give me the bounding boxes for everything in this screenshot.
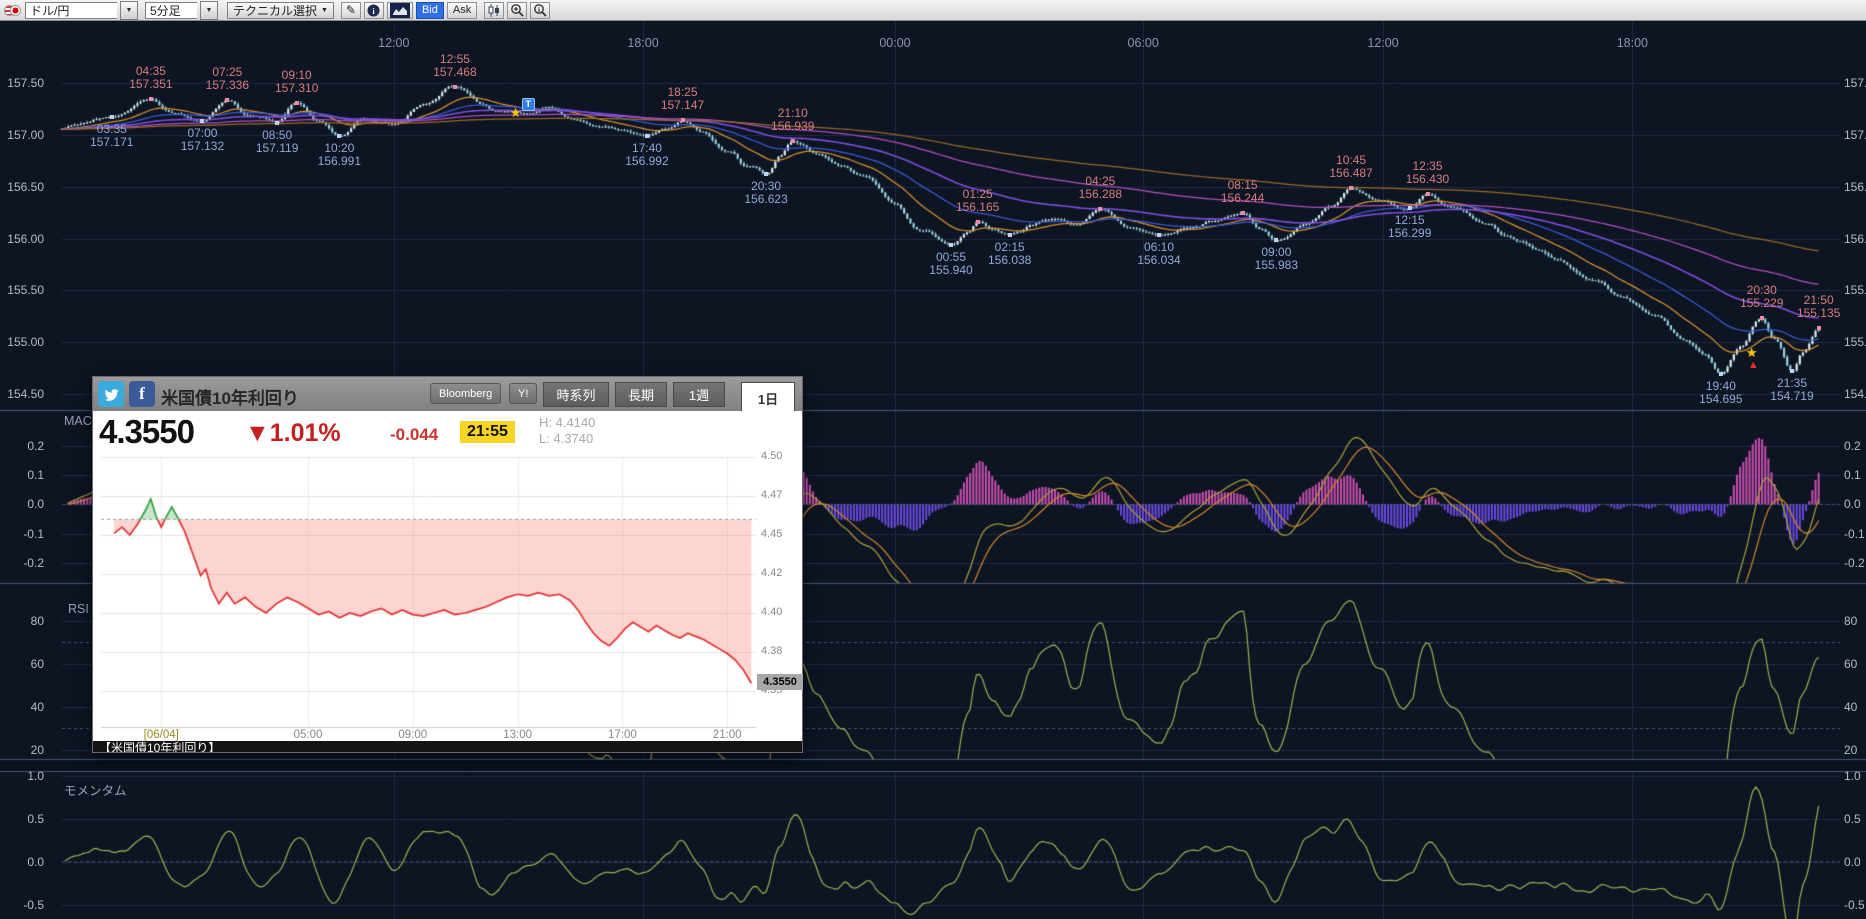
popup-title: 米国債10年利回り <box>161 384 299 409</box>
technical-selector[interactable]: テクニカル選択 ▼ <box>227 2 334 19</box>
pair-selector-dropdown-button[interactable]: ▼ <box>120 1 138 20</box>
main-toolbar: ドル/円 ▼ 5分足 ▼ テクニカル選択 ▼ ✎ i Bid Ask <box>0 0 1866 21</box>
area-chart-icon <box>390 3 410 18</box>
momentum-panel-label: モメンタム <box>64 780 127 799</box>
popup-x-axis-label: 05:00 <box>283 729 333 741</box>
tab-one-day[interactable]: 1日 <box>741 382 795 414</box>
current-value-box: 4.3550 <box>757 674 803 690</box>
popup-y-axis-label: 4.45 <box>761 528 782 540</box>
tab-label: 1週 <box>689 385 709 404</box>
chart-style-button[interactable] <box>387 2 413 19</box>
popup-y-axis-label: 4.40 <box>761 606 782 618</box>
tab-long-term[interactable]: 長期 <box>615 382 667 407</box>
ask-button[interactable]: Ask <box>447 2 477 19</box>
yield-change-pct: ▼1.01% <box>245 419 341 448</box>
pair-selector[interactable]: ドル/円 <box>25 2 117 19</box>
yield-value: 4.3550 <box>99 413 194 451</box>
yield-change-abs: -0.044 <box>390 425 438 445</box>
zoom-in-button[interactable] <box>507 2 527 19</box>
popup-y-axis-label: 4.38 <box>761 645 782 657</box>
twitter-share-button[interactable] <box>98 381 124 407</box>
zoom-info-button[interactable]: i <box>530 2 550 19</box>
tab-label: 時系列 <box>556 385 595 404</box>
draw-tool-button[interactable]: ✎ <box>341 2 361 19</box>
tab-time-series[interactable]: 時系列 <box>543 382 609 407</box>
triangle-down-icon: ▼ <box>245 419 270 447</box>
yahoo-label: Y! <box>518 388 528 400</box>
high-low-values: H: 4.4140 L: 4.3740 <box>539 415 595 447</box>
timeframe-selector[interactable]: 5分足 <box>145 2 197 19</box>
tab-one-week[interactable]: 1週 <box>673 382 725 407</box>
facebook-icon: f <box>139 384 145 404</box>
popup-y-axis-label: 4.42 <box>761 567 782 579</box>
ask-label: Ask <box>453 4 471 16</box>
low-value: L: 4.3740 <box>539 431 595 447</box>
popup-x-axis-label: 13:00 <box>493 729 543 741</box>
popup-x-axis-label: [06/04] <box>136 729 186 741</box>
pair-selector-value: ドル/円 <box>30 2 69 19</box>
popup-y-axis-label: 4.50 <box>761 450 782 462</box>
popup-x-axis-label: 09:00 <box>388 729 438 741</box>
twitter-icon <box>103 386 120 403</box>
bloomberg-button[interactable]: Bloomberg <box>430 383 501 404</box>
chevron-down-icon: ▼ <box>321 7 328 14</box>
pencil-icon: ✎ <box>346 3 356 17</box>
chevron-down-icon: ▼ <box>206 7 213 14</box>
popup-value-row: 4.3550 ▼1.01% -0.044 21:55 H: 4.4140 L: … <box>93 411 802 455</box>
technical-selector-label: テクニカル選択 <box>233 2 317 19</box>
facebook-share-button[interactable]: f <box>129 381 155 407</box>
info-button[interactable]: i <box>364 2 384 19</box>
popup-footer-bar: 【米国債10年利回り】 <box>93 741 802 752</box>
bid-button[interactable]: Bid <box>416 2 444 19</box>
quote-time-badge: 21:55 <box>460 421 515 443</box>
chevron-down-icon: ▼ <box>126 7 133 14</box>
info-icon: i <box>367 4 380 17</box>
bid-label: Bid <box>422 4 438 16</box>
trading-app: ドル/円 ▼ 5分足 ▼ テクニカル選択 ▼ ✎ i Bid Ask <box>0 0 1866 919</box>
popup-header: f 米国債10年利回り Bloomberg Y! 時系列 長期 1週 1日 <box>93 377 802 411</box>
svg-text:i: i <box>538 6 540 14</box>
rsi-panel-label: RSI <box>68 602 89 616</box>
timeframe-selector-dropdown-button[interactable]: ▼ <box>200 1 218 20</box>
tab-label: 1日 <box>758 389 778 408</box>
zoom-in-icon <box>510 3 524 17</box>
popup-x-axis-label: 17:00 <box>597 729 647 741</box>
popup-y-axis-label: 4.47 <box>761 489 782 501</box>
zoom-info-icon: i <box>533 3 547 17</box>
currency-pair-flag-icon <box>4 4 22 17</box>
yahoo-button[interactable]: Y! <box>509 383 537 404</box>
tab-label: 長期 <box>628 385 654 404</box>
bloomberg-label: Bloomberg <box>439 388 492 400</box>
high-value: H: 4.4140 <box>539 415 595 431</box>
yield-popup-window: f 米国債10年利回り Bloomberg Y! 時系列 長期 1週 1日 4.… <box>92 376 803 753</box>
candlestick-icon <box>487 4 501 17</box>
candle-style-button[interactable] <box>484 2 504 19</box>
timeframe-selector-value: 5分足 <box>150 2 181 19</box>
popup-x-axis-label: 21:00 <box>702 729 752 741</box>
